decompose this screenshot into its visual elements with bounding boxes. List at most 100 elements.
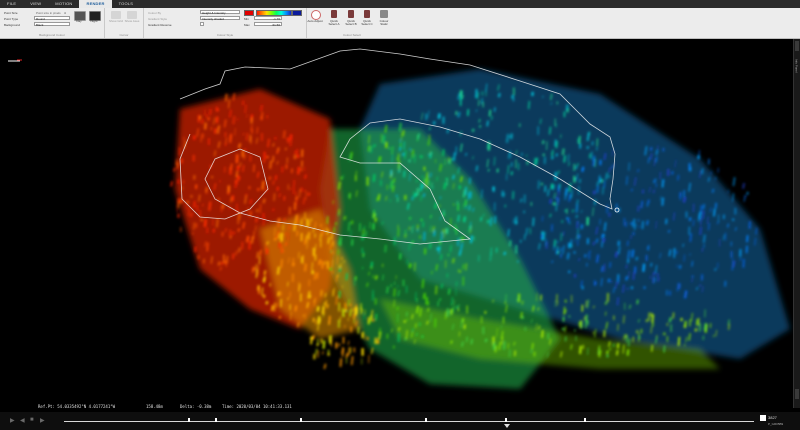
point-cluster-region-6 [322, 340, 326, 349]
point-cluster-region-3 [550, 183, 554, 190]
point-cluster-region-0 [229, 235, 232, 239]
timeline-marker[interactable] [300, 418, 302, 422]
point-cluster-region-1 [298, 251, 300, 259]
info-side-panel[interactable]: Info Panel [793, 39, 800, 408]
min-input[interactable]: -1.76 [254, 16, 282, 21]
quick-select-c-icon[interactable] [364, 10, 370, 18]
point-cluster-region-3 [527, 100, 531, 110]
point-cluster-region-5 [615, 349, 619, 356]
point-cluster-region-3 [440, 231, 443, 241]
point-cluster-region-0 [215, 106, 218, 112]
point-cluster-region-3 [501, 190, 504, 197]
point-cluster-region-0 [236, 221, 240, 225]
tab-file[interactable]: FILE [0, 0, 23, 8]
point-cluster-region-4 [679, 191, 682, 201]
point-size-number[interactable]: 4 [64, 11, 66, 15]
tab-motion[interactable]: MOTION [48, 0, 79, 8]
gradient-style-select[interactable]: Intensity shaded [200, 16, 240, 21]
point-cluster-region-3 [437, 113, 441, 119]
point-cluster-region-5 [494, 345, 498, 353]
grid-icon[interactable] [111, 11, 121, 19]
point-cluster-region-3 [462, 189, 466, 198]
point-cluster-region-5 [606, 354, 609, 358]
colour-static-icon[interactable] [380, 10, 388, 18]
point-cluster-region-6 [378, 331, 381, 340]
point-cloud-canvas[interactable] [0, 39, 794, 408]
timeline-marker[interactable] [425, 418, 427, 422]
point-cluster-region-2 [422, 292, 427, 299]
point-cluster-region-3 [519, 239, 522, 243]
playhead-icon[interactable] [504, 424, 510, 428]
quick-select-a-icon[interactable] [331, 10, 337, 18]
point-cluster-region-3 [578, 178, 582, 184]
point-cluster-region-2 [398, 122, 402, 132]
point-cluster-region-5 [645, 319, 649, 323]
stop-icon[interactable]: ■ [30, 417, 34, 423]
point-cluster-region-5 [626, 349, 630, 356]
point-cluster-region-4 [540, 233, 544, 239]
point-cluster-region-4 [541, 215, 544, 222]
point-cluster-region-5 [521, 300, 524, 305]
tab-render[interactable]: RENDER [79, 0, 112, 8]
point-cluster-region-2 [455, 281, 458, 287]
point-cluster-region-5 [505, 294, 507, 302]
gradient-reverse-checkbox[interactable] [200, 22, 204, 26]
point-cluster-region-5 [635, 329, 639, 334]
point-cluster-region-5 [578, 321, 581, 326]
timeline-bar[interactable]: ▶ ◀ ■ ▶ 3827 P_GR05B9 [0, 412, 800, 430]
point-cloud-viewport[interactable] [0, 39, 794, 408]
panel-tab[interactable] [795, 41, 799, 51]
point-cluster-region-4 [581, 166, 585, 173]
skip-forward-icon[interactable]: ▶ [40, 417, 45, 424]
timeline-track[interactable] [64, 421, 754, 422]
quick-select-b-icon[interactable] [348, 10, 354, 18]
point-cluster-region-0 [292, 187, 295, 195]
axes-icon[interactable] [127, 11, 137, 19]
point-cluster-region-4 [640, 200, 644, 209]
tab-view[interactable]: VIEW [23, 0, 48, 8]
point-cluster-region-3 [456, 200, 459, 205]
point-cluster-region-1 [324, 292, 327, 298]
background-select[interactable]: Black [34, 22, 70, 27]
point-cluster-region-5 [470, 338, 473, 345]
point-cluster-region-0 [214, 128, 217, 134]
point-cluster-region-5 [680, 317, 683, 322]
point-cluster-region-2 [369, 145, 374, 154]
point-type-select[interactable]: Round [34, 16, 70, 21]
tab-tools[interactable]: TOOLS [112, 0, 141, 8]
timeline-marker[interactable] [584, 418, 586, 422]
point-cluster-region-2 [389, 180, 394, 189]
panel-tab[interactable] [795, 389, 799, 399]
point-cluster-region-4 [667, 229, 671, 233]
point-cluster-region-3 [457, 111, 461, 118]
point-cluster-region-4 [665, 218, 668, 225]
point-cluster-region-5 [457, 308, 460, 312]
point-cluster-region-1 [296, 322, 300, 328]
timeline-marker[interactable] [188, 418, 190, 422]
max-colour-swatch[interactable] [292, 10, 302, 16]
play-icon[interactable]: ▶ [10, 417, 15, 424]
point-cluster-region-0 [202, 133, 205, 139]
point-cluster-region-6 [314, 348, 318, 355]
select-group-title: Colour Select [342, 33, 361, 37]
point-cluster-region-2 [385, 286, 389, 294]
point-cluster-region-2 [421, 175, 424, 179]
point-cluster-region-3 [408, 147, 412, 151]
timeline-marker[interactable] [215, 418, 217, 422]
point-cluster-region-0 [250, 117, 254, 124]
point-cluster-region-3 [521, 152, 523, 157]
point-cluster-region-3 [545, 141, 548, 151]
max-input[interactable]: 61.56 [254, 22, 282, 27]
min-colour-swatch[interactable] [244, 10, 254, 16]
point-cluster-region-5 [608, 340, 611, 345]
timeline-marker[interactable] [505, 418, 507, 422]
point-cluster-region-4 [621, 284, 625, 293]
point-cluster-region-2 [397, 227, 400, 237]
point-cluster-region-6 [347, 340, 350, 346]
point-cluster-region-6 [344, 324, 346, 329]
timeline-end-box[interactable] [760, 415, 766, 421]
skip-back-icon[interactable]: ◀ [20, 417, 25, 424]
point-cluster-region-1 [330, 232, 334, 240]
point-cluster-region-4 [646, 220, 649, 226]
colour-by-select[interactable]: Height & Intensity [200, 10, 240, 15]
